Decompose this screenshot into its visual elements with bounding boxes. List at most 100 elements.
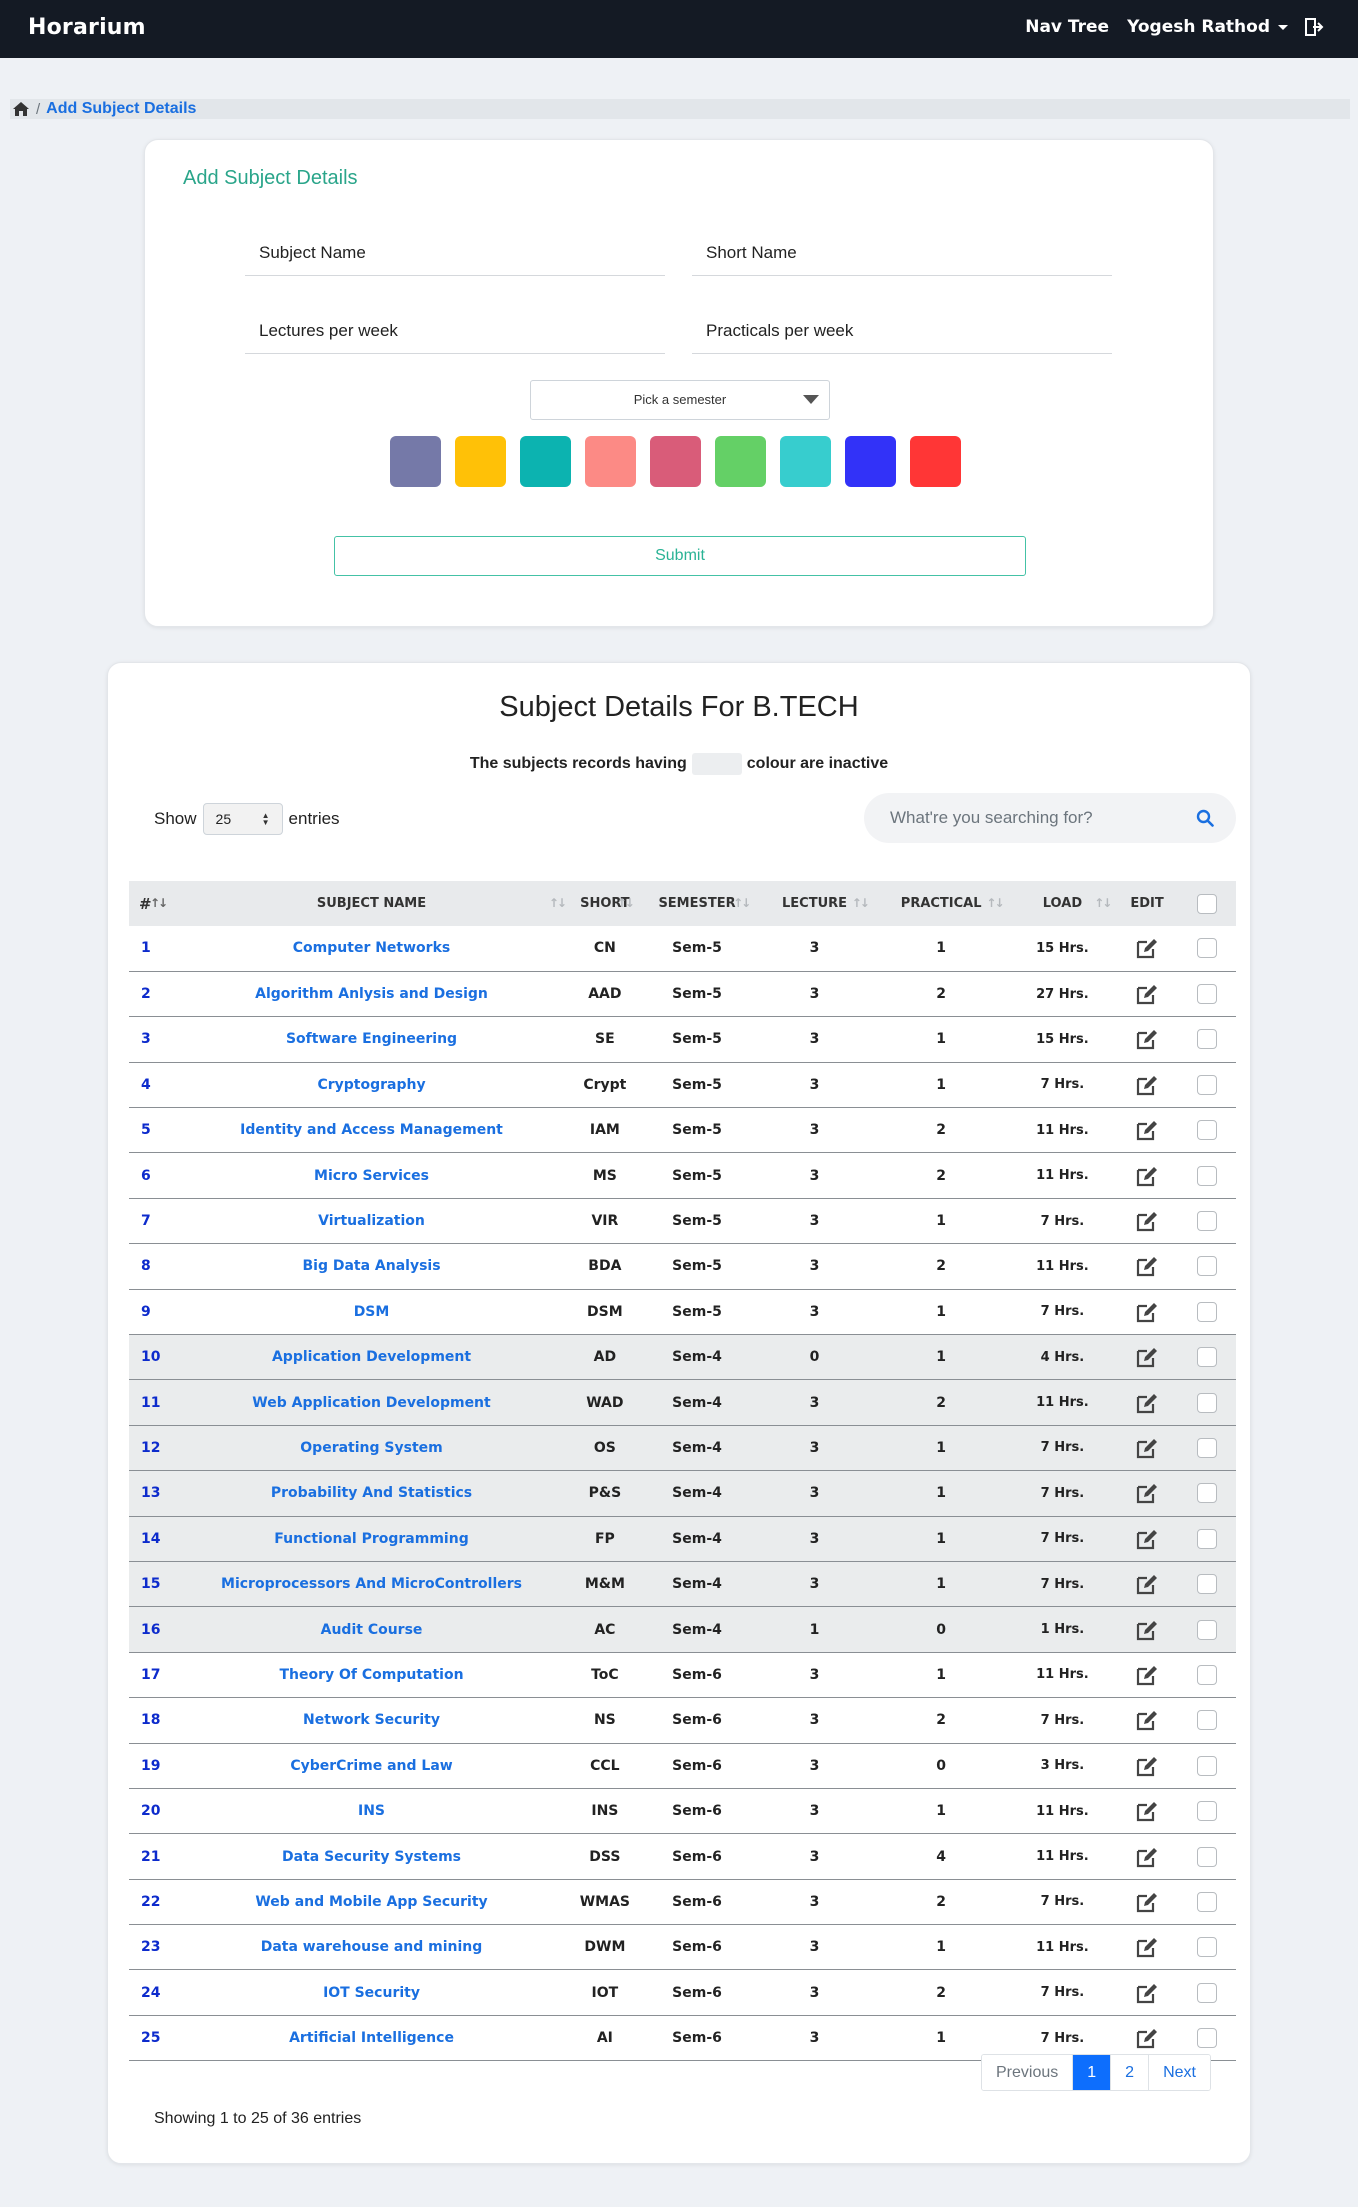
edit-icon[interactable]	[1135, 1482, 1159, 1504]
entries-length-select[interactable]: 25 ▲ ▼	[202, 803, 283, 835]
pagination-page-2[interactable]: 2	[1111, 2055, 1150, 2090]
lectures-per-week-input[interactable]: Lectures per week	[245, 306, 665, 354]
semester-select[interactable]: Pick a semester	[530, 380, 830, 420]
edit-icon[interactable]	[1135, 1619, 1159, 1641]
subject-name-link[interactable]: Operating System	[172, 1425, 571, 1470]
row-checkbox[interactable]	[1196, 1574, 1217, 1595]
edit-icon[interactable]	[1135, 1074, 1159, 1096]
submit-button[interactable]: Submit	[334, 536, 1026, 576]
search-input[interactable]: What're you searching for?	[864, 793, 1236, 843]
subject-name-link[interactable]: Functional Programming	[172, 1516, 571, 1561]
subject-name-link[interactable]: Network Security	[172, 1698, 571, 1743]
edit-icon[interactable]	[1135, 1800, 1159, 1822]
row-checkbox[interactable]	[1196, 1437, 1217, 1458]
row-checkbox[interactable]	[1196, 1483, 1217, 1504]
subject-name-link[interactable]: INS	[172, 1788, 571, 1833]
subject-name-link[interactable]: IOT Security	[172, 1970, 571, 2015]
color-swatch[interactable]	[650, 436, 701, 487]
color-swatch[interactable]	[585, 436, 636, 487]
row-checkbox[interactable]	[1196, 984, 1217, 1005]
row-checkbox[interactable]	[1196, 2028, 1217, 2049]
edit-icon[interactable]	[1135, 1028, 1159, 1050]
color-swatch[interactable]	[780, 436, 831, 487]
edit-icon[interactable]	[1135, 1573, 1159, 1595]
edit-icon[interactable]	[1135, 1346, 1159, 1368]
logout-icon[interactable]	[1304, 17, 1324, 37]
edit-icon[interactable]	[1135, 937, 1159, 959]
color-swatch[interactable]	[520, 436, 571, 487]
edit-icon[interactable]	[1135, 1891, 1159, 1913]
row-checkbox[interactable]	[1196, 1755, 1217, 1776]
edit-icon[interactable]	[1135, 1664, 1159, 1686]
breadcrumb-current[interactable]: Add Subject Details	[46, 100, 196, 118]
subject-name-link[interactable]: Micro Services	[172, 1153, 571, 1198]
subject-name-link[interactable]: Web Application Development	[172, 1380, 571, 1425]
search-icon[interactable]	[1196, 809, 1214, 827]
col-header-subject-name[interactable]: SUBJECT NAME ↑↓	[172, 881, 571, 926]
subject-name-link[interactable]: CyberCrime and Law	[172, 1743, 571, 1788]
subject-name-link[interactable]: Data warehouse and mining	[172, 1925, 571, 1970]
row-checkbox[interactable]	[1196, 1347, 1217, 1368]
row-checkbox[interactable]	[1196, 1846, 1217, 1867]
row-checkbox[interactable]	[1196, 1392, 1217, 1413]
col-header-lecture[interactable]: LECTURE ↑↓	[755, 881, 874, 926]
row-checkbox[interactable]	[1196, 1301, 1217, 1322]
col-header-short[interactable]: SHORT ↑↓	[571, 881, 639, 926]
edit-icon[interactable]	[1135, 1119, 1159, 1141]
nav-tree-link[interactable]: Nav Tree	[1025, 17, 1109, 37]
subject-name-input[interactable]: Subject Name	[245, 228, 665, 276]
subject-name-link[interactable]: Theory Of Computation	[172, 1652, 571, 1697]
subject-name-link[interactable]: Data Security Systems	[172, 1834, 571, 1879]
edit-icon[interactable]	[1135, 1936, 1159, 1958]
col-header-num[interactable]: # ↑↓	[129, 881, 172, 926]
subject-name-link[interactable]: Audit Course	[172, 1607, 571, 1652]
subject-name-link[interactable]: Big Data Analysis	[172, 1244, 571, 1289]
subject-name-link[interactable]: Application Development	[172, 1335, 571, 1380]
select-all-checkbox[interactable]	[1196, 893, 1217, 914]
color-swatch[interactable]	[845, 436, 896, 487]
color-swatch[interactable]	[455, 436, 506, 487]
edit-icon[interactable]	[1135, 983, 1159, 1005]
edit-icon[interactable]	[1135, 1709, 1159, 1731]
edit-icon[interactable]	[1135, 1301, 1159, 1323]
edit-icon[interactable]	[1135, 1846, 1159, 1868]
col-header-practical[interactable]: PRACTICAL ↑↓	[874, 881, 1009, 926]
pagination-previous[interactable]: Previous	[982, 2055, 1074, 2090]
col-header-semester[interactable]: SEMESTER ↑↓	[639, 881, 755, 926]
edit-icon[interactable]	[1135, 1392, 1159, 1414]
row-checkbox[interactable]	[1196, 1664, 1217, 1685]
subject-name-link[interactable]: Artificial Intelligence	[172, 2015, 571, 2060]
row-checkbox[interactable]	[1196, 1982, 1217, 2003]
col-header-load[interactable]: LOAD ↑↓	[1009, 881, 1117, 926]
subject-name-link[interactable]: DSM	[172, 1289, 571, 1334]
subject-name-link[interactable]: Microprocessors And MicroControllers	[172, 1561, 571, 1606]
edit-icon[interactable]	[1135, 1255, 1159, 1277]
brand-logo[interactable]: Horarium	[28, 15, 146, 40]
color-swatch[interactable]	[390, 436, 441, 487]
subject-name-link[interactable]: Probability And Statistics	[172, 1471, 571, 1516]
edit-icon[interactable]	[1135, 1982, 1159, 2004]
edit-icon[interactable]	[1135, 1528, 1159, 1550]
row-checkbox[interactable]	[1196, 1120, 1217, 1141]
subject-name-link[interactable]: Web and Mobile App Security	[172, 1879, 571, 1924]
subject-name-link[interactable]: Identity and Access Management	[172, 1108, 571, 1153]
subject-name-link[interactable]: Computer Networks	[172, 926, 571, 971]
row-checkbox[interactable]	[1196, 1801, 1217, 1822]
row-checkbox[interactable]	[1196, 1528, 1217, 1549]
practicals-per-week-input[interactable]: Practicals per week	[692, 306, 1112, 354]
short-name-input[interactable]: Short Name	[692, 228, 1112, 276]
row-checkbox[interactable]	[1196, 1256, 1217, 1277]
subject-name-link[interactable]: Virtualization	[172, 1198, 571, 1243]
pagination-page-1[interactable]: 1	[1073, 2055, 1112, 2090]
row-checkbox[interactable]	[1196, 1074, 1217, 1095]
subject-name-link[interactable]: Algorithm Anlysis and Design	[172, 971, 571, 1016]
row-checkbox[interactable]	[1196, 938, 1217, 959]
edit-icon[interactable]	[1135, 1165, 1159, 1187]
row-checkbox[interactable]	[1196, 1029, 1217, 1050]
edit-icon[interactable]	[1135, 1210, 1159, 1232]
user-menu-dropdown[interactable]: Yogesh Rathod	[1127, 17, 1288, 37]
row-checkbox[interactable]	[1196, 1710, 1217, 1731]
subject-name-link[interactable]: Cryptography	[172, 1062, 571, 1107]
edit-icon[interactable]	[1135, 2027, 1159, 2049]
pagination-next[interactable]: Next	[1149, 2055, 1210, 2090]
